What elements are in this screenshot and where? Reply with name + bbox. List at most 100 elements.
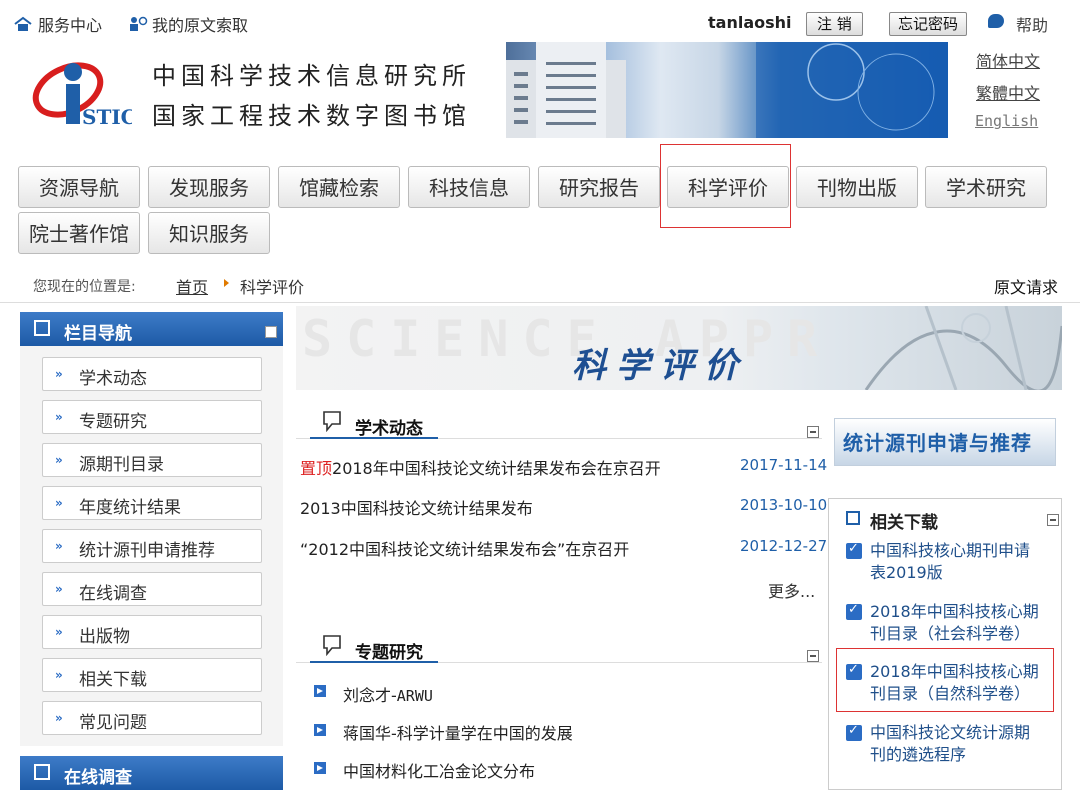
banner-graphic <box>864 306 1062 390</box>
news-item[interactable]: 2013中国科技论文统计结果发布 <box>300 495 533 519</box>
nav-catalog-search[interactable]: 馆藏检索 <box>278 166 400 208</box>
arrow-bullet-icon <box>314 685 326 697</box>
double-chevron-icon: » <box>55 410 63 424</box>
breadcrumb-label: 您现在的位置是: <box>33 279 136 295</box>
journal-application-promo[interactable]: 统计源刊申请与推荐 <box>834 418 1056 466</box>
double-chevron-icon: » <box>55 453 63 467</box>
download-item-line: 刊目录（社会科学卷） <box>870 624 1031 643</box>
download-item-line: 表2019版 <box>870 563 943 582</box>
speech-bubble-icon <box>322 634 342 657</box>
topic-item-text: 中国材料化工冶金论文分布 <box>343 762 536 781</box>
downloads-collapse-icon[interactable] <box>1047 514 1059 526</box>
double-chevron-icon: » <box>55 625 63 639</box>
institute-name: 中国科学技术信息研究所 <box>152 62 471 90</box>
breadcrumb-divider <box>0 302 1080 303</box>
help-icon <box>988 14 1004 28</box>
breadcrumb-home[interactable]: 首页 <box>176 274 208 298</box>
service-center-label: 服务中心 <box>38 16 103 35</box>
sidebar-item-academic-news[interactable]: » 学术动态 <box>42 357 262 391</box>
arrow-bullet-icon <box>314 762 326 774</box>
sidebar-item-source-journals[interactable]: » 源期刊目录 <box>42 443 262 477</box>
sidebar-item-downloads[interactable]: » 相关下载 <box>42 658 262 692</box>
sidebar-header: 栏目导航 <box>20 312 283 346</box>
topic-item-suffix: ARWU <box>396 687 433 705</box>
double-chevron-icon: » <box>55 668 63 682</box>
topics-section-underline <box>310 661 438 663</box>
downloads-title: 相关下载 <box>870 513 938 533</box>
news-item-text: “2012中国科技论文统计结果发布会”在京召开 <box>300 540 630 559</box>
sidebar-item-annual-stats[interactable]: » 年度统计结果 <box>42 486 262 520</box>
help-link[interactable]: 帮助 <box>1016 12 1048 36</box>
news-item[interactable]: 置顶2018年中国科技论文统计结果发布会在京召开 <box>300 455 661 479</box>
download-item[interactable]: 中国科技论文统计源期 刊的遴选程序 <box>870 722 1050 766</box>
download-item[interactable]: 2018年中国科技核心期 刊目录（社会科学卷） <box>870 601 1050 645</box>
topic-item-text: 刘念才- <box>343 686 397 705</box>
home-icon <box>14 16 32 32</box>
nav-discovery[interactable]: 发现服务 <box>148 166 270 208</box>
istic-logo[interactable]: STIC <box>28 50 137 130</box>
nav-publications[interactable]: 刊物出版 <box>796 166 918 208</box>
lang-traditional-link[interactable]: 繁體中文 <box>976 80 1040 104</box>
banner-background-text: SCIENCE APPR <box>302 310 832 368</box>
topics-collapse-icon[interactable] <box>807 650 819 662</box>
breadcrumb-arrow-icon <box>224 279 229 287</box>
document-request-link[interactable]: 原文请求 <box>994 274 1058 298</box>
nav-academic-research[interactable]: 学术研究 <box>925 166 1047 208</box>
image-icon <box>846 511 860 525</box>
download-item-line: 刊的遴选程序 <box>870 745 967 764</box>
pinned-badge: 置顶 <box>300 459 333 478</box>
science-evaluation-banner: SCIENCE APPR 科学评价 <box>296 306 1062 390</box>
users-icon <box>128 16 148 32</box>
sidebar-item-publications[interactable]: » 出版物 <box>42 615 262 649</box>
nav-highlight-box <box>660 144 791 228</box>
download-item-line: 中国科技论文统计源期 <box>870 723 1031 742</box>
topic-item[interactable]: 刘念才-ARWU <box>343 682 433 706</box>
double-chevron-icon: » <box>55 496 63 510</box>
svg-text:STIC: STIC <box>82 105 132 129</box>
double-chevron-icon: » <box>55 367 63 381</box>
arrow-bullet-icon <box>314 724 326 736</box>
nav-research-reports[interactable]: 研究报告 <box>538 166 660 208</box>
lang-english-link[interactable]: English <box>975 112 1038 130</box>
news-more-link[interactable]: 更多... <box>768 578 815 602</box>
sidebar-title: 栏目导航 <box>64 324 132 344</box>
breadcrumb-current: 科学评价 <box>240 278 305 297</box>
topic-item[interactable]: 中国材料化工冶金论文分布 <box>343 758 535 782</box>
nav-academician-works[interactable]: 院士著作馆 <box>18 212 140 254</box>
sidebar-item-topic-research[interactable]: » 专题研究 <box>42 400 262 434</box>
banner-title: 科学评价 <box>572 346 748 386</box>
double-chevron-icon: » <box>55 582 63 596</box>
double-chevron-icon: » <box>55 711 63 725</box>
nav-sci-info[interactable]: 科技信息 <box>408 166 530 208</box>
monitor-icon <box>34 320 50 336</box>
speech-bubble-icon <box>322 410 342 433</box>
download-item[interactable]: 中国科技核心期刊申请 表2019版 <box>870 540 1050 584</box>
topic-item[interactable]: 蒋国华-科学计量学在中国的发展 <box>343 720 573 744</box>
news-section-underline <box>310 437 438 439</box>
collapse-icon[interactable] <box>265 326 277 338</box>
check-bullet-icon <box>846 541 862 559</box>
sidebar-item-faq[interactable]: » 常见问题 <box>42 701 262 735</box>
monitor-icon <box>34 764 50 780</box>
library-name: 国家工程技术数字图书馆 <box>152 102 471 130</box>
logout-button[interactable]: 注 销 <box>806 12 863 36</box>
my-requests-link[interactable]: 我的原文索取 <box>128 12 248 36</box>
header-banner-image <box>506 42 948 138</box>
lang-simplified-link[interactable]: 简体中文 <box>976 48 1040 72</box>
news-section-title: 学术动态 <box>355 419 423 439</box>
my-requests-label: 我的原文索取 <box>152 16 249 35</box>
sidebar-item-online-survey[interactable]: » 在线调查 <box>42 572 262 606</box>
nav-resources[interactable]: 资源导航 <box>18 166 140 208</box>
service-center-link[interactable]: 服务中心 <box>14 12 102 36</box>
nav-knowledge-service[interactable]: 知识服务 <box>148 212 270 254</box>
promo-text: 统计源刊申请与推荐 <box>843 431 1032 455</box>
news-item[interactable]: “2012中国科技论文统计结果发布会”在京召开 <box>300 536 629 560</box>
sidebar-item-journal-application[interactable]: » 统计源刊申请推荐 <box>42 529 262 563</box>
news-collapse-icon[interactable] <box>807 426 819 438</box>
news-item-text: 2013中国科技论文统计结果发布 <box>300 499 533 518</box>
forgot-password-button[interactable]: 忘记密码 <box>889 12 968 36</box>
news-item-text: 2018年中国科技论文统计结果发布会在京召开 <box>332 459 661 478</box>
username: tanlaoshi <box>708 13 792 32</box>
news-item-date: 2017-11-14 <box>740 456 828 474</box>
top-bar: 服务中心 我的原文索取 tanlaoshi 注 销 忘记密码 帮助 <box>0 0 1080 44</box>
